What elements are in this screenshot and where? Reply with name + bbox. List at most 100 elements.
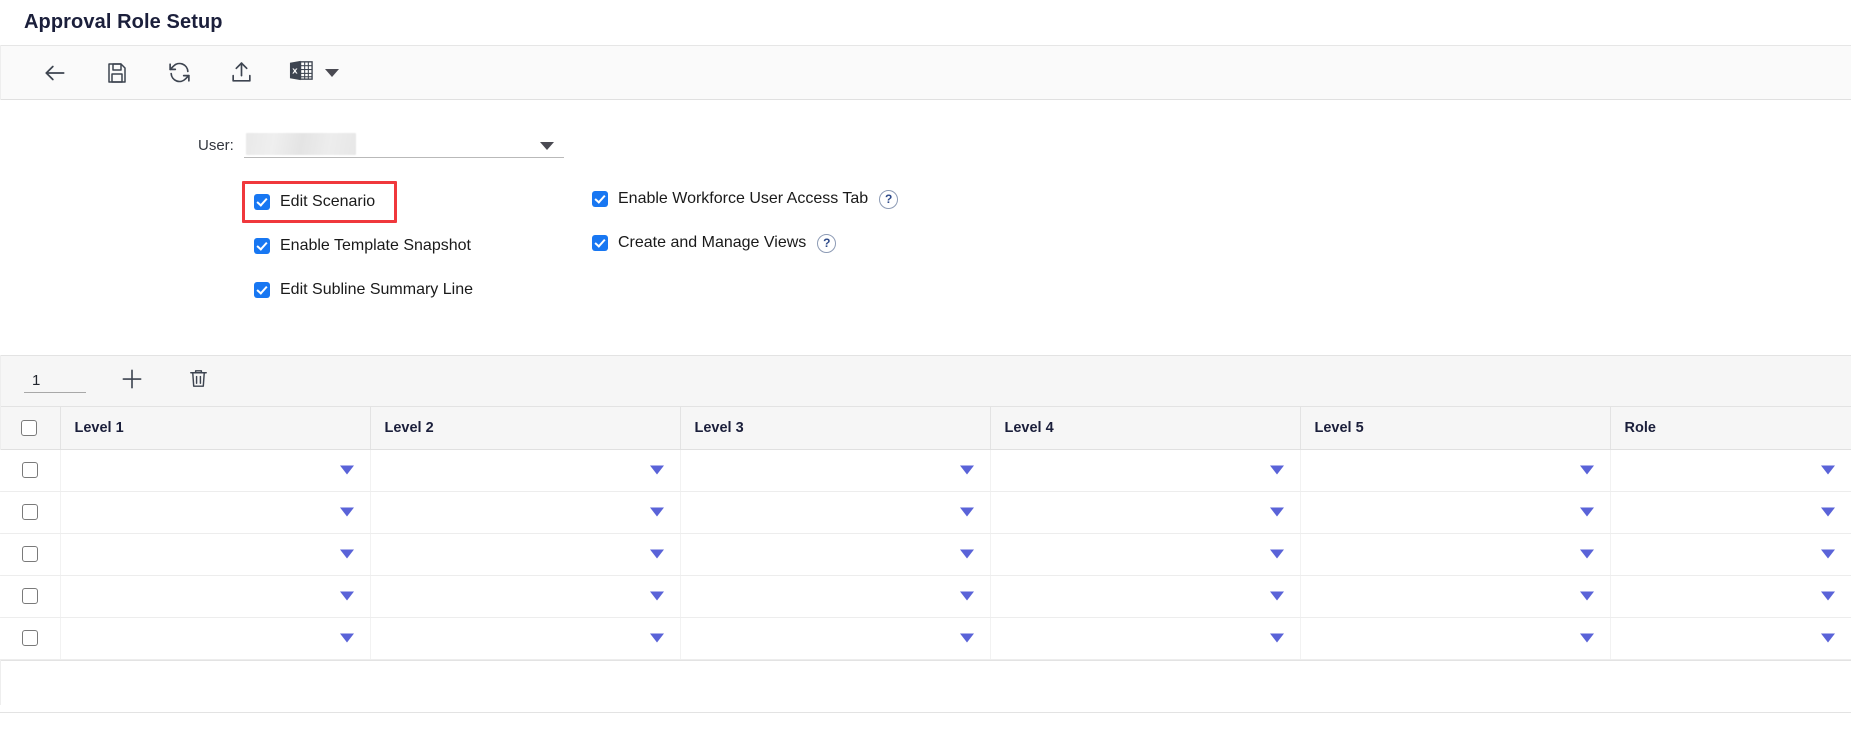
cell-level4[interactable] [990, 449, 1301, 492]
cell-dropdown-caret-icon[interactable] [1821, 465, 1835, 475]
save-button[interactable] [86, 51, 148, 95]
cell-dropdown-caret-icon[interactable] [649, 507, 664, 517]
user-select[interactable] [243, 130, 564, 158]
cell-role[interactable] [1610, 575, 1851, 618]
cell-dropdown-caret-icon[interactable] [1821, 507, 1835, 517]
cell-level1[interactable] [60, 617, 371, 660]
table-header-select-all [0, 407, 61, 450]
row-count-input[interactable] [24, 369, 86, 393]
cell-level3[interactable] [680, 575, 991, 618]
cell-dropdown-caret-icon[interactable] [959, 465, 974, 475]
cell-dropdown-caret-icon[interactable] [649, 591, 664, 601]
cell-dropdown-caret-icon[interactable] [1269, 507, 1284, 517]
cell-level1[interactable] [60, 533, 371, 576]
export-excel-button[interactable]: x [272, 51, 349, 95]
cell-dropdown-caret-icon[interactable] [339, 465, 354, 475]
cell-dropdown-caret-icon[interactable] [1579, 507, 1594, 517]
cell-role[interactable] [1610, 491, 1851, 534]
cell-level3[interactable] [680, 617, 991, 660]
cell-level1[interactable] [60, 491, 371, 534]
table-body [0, 449, 1851, 660]
cell-dropdown-caret-icon[interactable] [959, 633, 974, 643]
help-icon[interactable]: ? [817, 233, 837, 253]
checkbox-edit-subline-summary-line[interactable] [254, 282, 270, 298]
checkbox-label-create-and-manage-views[interactable]: Create and Manage Views [618, 234, 806, 252]
row-select-checkbox[interactable] [21, 461, 38, 478]
cell-level4[interactable] [990, 491, 1301, 534]
table-header-level-4[interactable]: Level 4 [990, 407, 1301, 450]
cell-level5[interactable] [1300, 491, 1611, 534]
table-header-level-1[interactable]: Level 1 [60, 407, 371, 450]
chevron-down-icon[interactable] [539, 142, 554, 150]
cell-dropdown-caret-icon[interactable] [1579, 633, 1594, 643]
table-header-level-3[interactable]: Level 3 [680, 407, 991, 450]
cell-dropdown-caret-icon[interactable] [959, 549, 974, 559]
back-button[interactable] [24, 51, 86, 95]
cell-level2[interactable] [370, 533, 681, 576]
cell-level5[interactable] [1300, 575, 1611, 618]
cell-level2[interactable] [370, 491, 681, 534]
checkbox-enable-workforce-user-access-tab[interactable] [592, 191, 608, 207]
checkbox-enable-template-snapshot[interactable] [254, 238, 270, 254]
table-header-level-5[interactable]: Level 5 [1300, 407, 1611, 450]
cell-level4[interactable] [990, 575, 1301, 618]
upload-button[interactable] [210, 51, 272, 95]
cell-dropdown-caret-icon[interactable] [339, 507, 354, 517]
cell-dropdown-caret-icon[interactable] [1821, 549, 1835, 559]
cell-level3[interactable] [680, 491, 991, 534]
checkbox-label-edit-scenario[interactable]: Edit Scenario [280, 193, 375, 211]
table-header-role[interactable]: Role [1610, 407, 1851, 450]
cell-level5[interactable] [1300, 449, 1611, 492]
cell-level5[interactable] [1300, 533, 1611, 576]
cell-level4[interactable] [990, 533, 1301, 576]
cell-dropdown-caret-icon[interactable] [1821, 633, 1835, 643]
delete-row-button[interactable] [178, 362, 218, 400]
cell-dropdown-caret-icon[interactable] [1269, 465, 1284, 475]
row-select-checkbox[interactable] [21, 629, 38, 646]
help-icon[interactable]: ? [879, 189, 899, 209]
cell-dropdown-caret-icon[interactable] [1269, 633, 1284, 643]
cell-dropdown-caret-icon[interactable] [1269, 591, 1284, 601]
checkbox-label-enable-template-snapshot[interactable]: Enable Template Snapshot [280, 237, 471, 255]
cell-level3[interactable] [680, 449, 991, 492]
cell-dropdown-caret-icon[interactable] [339, 549, 354, 559]
cell-level3[interactable] [680, 533, 991, 576]
cell-dropdown-caret-icon[interactable] [339, 633, 354, 643]
cell-role[interactable] [1610, 449, 1851, 492]
cell-role[interactable] [1610, 533, 1851, 576]
table-header-level-2[interactable]: Level 2 [370, 407, 681, 450]
checkbox-row-enable-workforce-user-access-tab: Enable Workforce User Access Tab ? [592, 177, 899, 221]
row-select-checkbox[interactable] [21, 587, 38, 604]
refresh-button[interactable] [148, 51, 210, 95]
cell-level2[interactable] [370, 575, 681, 618]
cell-value [1302, 629, 1316, 645]
cell-level2[interactable] [370, 449, 681, 492]
cell-dropdown-caret-icon[interactable] [1269, 549, 1284, 559]
cell-level2[interactable] [370, 617, 681, 660]
table-row [0, 617, 1851, 660]
cell-level5[interactable] [1300, 617, 1611, 660]
cell-level4[interactable] [990, 617, 1301, 660]
cell-dropdown-caret-icon[interactable] [959, 591, 974, 601]
cell-dropdown-caret-icon[interactable] [1821, 591, 1835, 601]
cell-level1[interactable] [60, 449, 371, 492]
checkbox-label-edit-subline-summary-line[interactable]: Edit Subline Summary Line [280, 281, 473, 299]
cell-dropdown-caret-icon[interactable] [959, 507, 974, 517]
select-all-checkbox[interactable] [21, 419, 38, 436]
cell-level1[interactable] [60, 575, 371, 618]
checkbox-label-enable-workforce-user-access-tab[interactable]: Enable Workforce User Access Tab [618, 190, 868, 208]
cell-dropdown-caret-icon[interactable] [1579, 465, 1594, 475]
row-select-checkbox[interactable] [21, 545, 38, 562]
cell-dropdown-caret-icon[interactable] [649, 549, 664, 559]
cell-dropdown-caret-icon[interactable] [649, 465, 664, 475]
checkbox-edit-scenario[interactable] [254, 194, 270, 210]
checkbox-create-and-manage-views[interactable] [592, 235, 608, 251]
add-row-button[interactable] [112, 362, 152, 400]
chevron-down-icon[interactable] [325, 68, 339, 77]
cell-dropdown-caret-icon[interactable] [339, 591, 354, 601]
row-select-checkbox[interactable] [21, 503, 38, 520]
cell-dropdown-caret-icon[interactable] [1579, 549, 1594, 559]
cell-dropdown-caret-icon[interactable] [649, 633, 664, 643]
cell-role[interactable] [1610, 617, 1851, 660]
cell-dropdown-caret-icon[interactable] [1579, 591, 1594, 601]
